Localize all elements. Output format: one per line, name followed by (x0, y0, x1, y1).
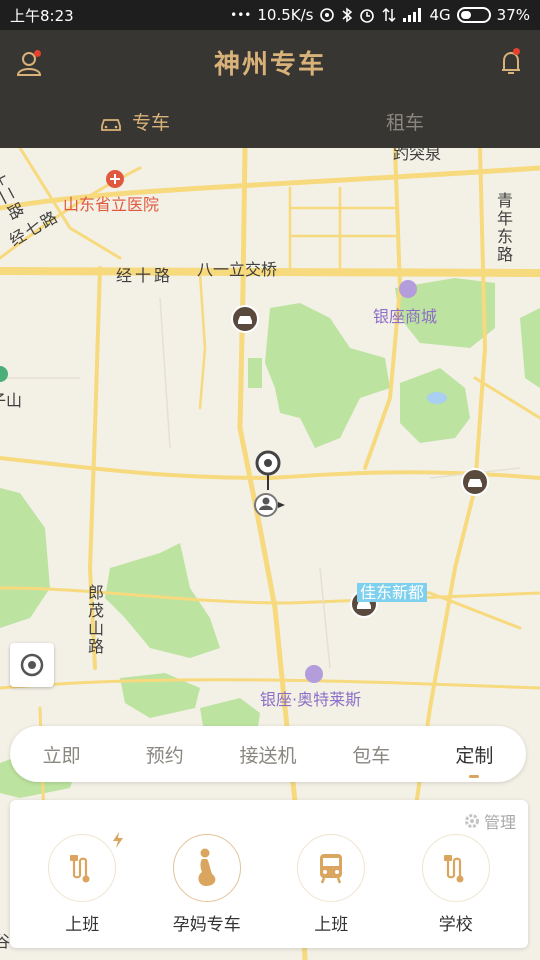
map-label-jiadong-xindu: 佳东新都 (357, 579, 428, 603)
car-icon (101, 119, 121, 131)
tab-zhuanche[interactable]: 专车 (0, 108, 270, 148)
map-label-yinzuo-mall: 银座商城 (373, 307, 438, 326)
sync-icon (320, 8, 335, 22)
manage-button[interactable]: 管理 (464, 809, 516, 833)
status-network: 4G (429, 6, 451, 24)
map-label-hospital: 山东省立医院 (63, 195, 160, 214)
map-label-baotu: 趵突泉 (393, 148, 442, 163)
option-icon-circle (48, 834, 117, 902)
option-icon-circle (421, 834, 490, 902)
target-icon (20, 653, 44, 677)
custom-service-panel: 管理 上班 孕妈专车 上班 学校 (10, 800, 528, 948)
option-icon-circle (172, 834, 241, 902)
custom-option-maternity[interactable]: 孕妈专车 (157, 834, 257, 935)
option-label: 上班 (314, 915, 349, 935)
battery-icon (456, 7, 491, 23)
map-label-shan: 子山 (0, 391, 23, 410)
pregnant-woman-icon (198, 848, 216, 886)
map-label-qingnian-donglu: 青年东路 (494, 192, 513, 264)
signal-icon (403, 8, 422, 22)
locate-me-button[interactable] (10, 643, 54, 687)
map-label-jiadong-xindu-text: 佳东新都 (357, 583, 428, 602)
app-title: 神州专车 (213, 50, 326, 80)
gear-icon (464, 814, 479, 828)
tab-zuche[interactable]: 租车 (270, 108, 540, 148)
option-label: 上班 (65, 915, 100, 935)
custom-option-commute-bus[interactable]: 上班 (281, 834, 381, 935)
tab-zhuanche-label: 专车 (131, 112, 170, 134)
mode-charter[interactable]: 包车 (320, 741, 423, 768)
flash-icon (113, 832, 124, 848)
booking-mode-bar: 立即 预约 接送机 包车 定制 (10, 726, 526, 782)
manage-label: 管理 (483, 813, 516, 832)
map-label-edge: 谷 (0, 932, 11, 951)
option-label: 孕妈专车 (172, 915, 241, 935)
map-label-langmaoshanlu: 郎茂山路 (85, 584, 104, 656)
alarm-icon (360, 9, 375, 23)
car-icon (468, 479, 482, 487)
route-icon (443, 855, 464, 883)
car-icon (238, 316, 252, 324)
service-tabs: 专车 租车 (0, 108, 540, 148)
mode-immediate[interactable]: 立即 (10, 741, 113, 768)
status-time: 上午8:23 (10, 6, 74, 25)
nearby-car-marker[interactable] (231, 305, 259, 333)
mode-airport[interactable]: 接送机 (216, 741, 319, 768)
bus-icon (320, 854, 343, 884)
tab-zuche-label: 租车 (385, 112, 424, 134)
custom-option-commute[interactable]: 上班 (32, 832, 132, 935)
status-bar: 上午8:23 ••• 10.5K/s 4G 37% (0, 0, 540, 30)
status-speed: 10.5K/s (257, 6, 314, 24)
notification-dot (513, 48, 520, 55)
data-transfer-icon (382, 7, 397, 23)
nearby-car-marker[interactable] (461, 468, 489, 496)
option-label: 学校 (438, 915, 473, 935)
status-battery: 37% (496, 6, 530, 24)
route-icon (70, 855, 90, 883)
map-label-yinzuo-outlets: 银座·奥特莱斯 (260, 690, 362, 709)
bell-icon (502, 51, 520, 74)
status-dots: ••• (230, 8, 252, 22)
map-label-bayi-bridge: 八一立交桥 (197, 260, 278, 279)
custom-option-school[interactable]: 学校 (406, 834, 506, 935)
custom-options: 上班 孕妈专车 上班 学校 (10, 832, 528, 935)
mode-custom[interactable]: 定制 (423, 741, 526, 778)
notifications-button[interactable] (496, 48, 526, 78)
map-label-jingshilu: 经十路 (116, 266, 174, 285)
app-header: 神州专车 专车 租车 (0, 30, 540, 148)
bluetooth-icon (342, 7, 353, 23)
option-icon-circle (297, 834, 366, 902)
mode-reserve[interactable]: 预约 (113, 741, 216, 768)
status-icons: ••• 10.5K/s 4G 37% (230, 6, 530, 24)
